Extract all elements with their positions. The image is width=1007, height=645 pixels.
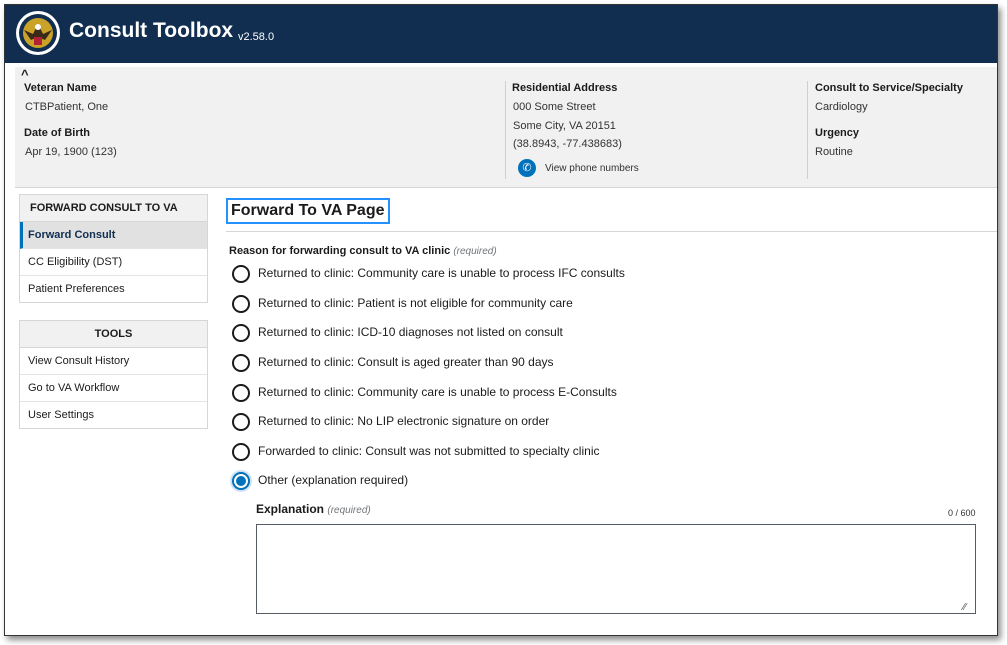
reason-option-label[interactable]: Returned to clinic: Community care is un…	[258, 385, 617, 399]
radio-button-selected[interactable]	[232, 472, 250, 490]
address-line2: Some City, VA 20151	[513, 120, 616, 132]
sidebar-item-user-settings[interactable]: User Settings	[20, 402, 207, 428]
reason-legend-text: Reason for forwarding consult to VA clin…	[229, 245, 451, 257]
radio-button[interactable]	[232, 265, 250, 283]
reason-option-label[interactable]: Other (explanation required)	[258, 473, 408, 487]
reason-option-label[interactable]: Returned to clinic: ICD-10 diagnoses not…	[258, 325, 563, 339]
radio-button[interactable]	[232, 295, 250, 313]
va-seal-icon	[16, 11, 60, 55]
reason-option-label[interactable]: Returned to clinic: Patient is not eligi…	[258, 296, 573, 310]
forward-consult-nav: FORWARD CONSULT TO VA Forward Consult CC…	[19, 194, 208, 303]
reason-option-label[interactable]: Forwarded to clinic: Consult was not sub…	[258, 444, 599, 458]
urgency-value: Routine	[815, 146, 853, 158]
radio-button[interactable]	[232, 384, 250, 402]
radio-button[interactable]	[232, 354, 250, 372]
service-value: Cardiology	[815, 101, 868, 113]
address-label: Residential Address	[512, 82, 618, 94]
radio-button[interactable]	[232, 413, 250, 431]
reason-option-label[interactable]: Returned to clinic: Community care is un…	[258, 266, 625, 280]
explanation-label-text: Explanation	[256, 502, 325, 516]
view-phone-numbers-link[interactable]: View phone numbers	[545, 163, 639, 174]
app-version: v2.58.0	[238, 31, 275, 43]
address-line1: 000 Some Street	[513, 101, 596, 113]
explanation-label: Explanation (required)	[256, 502, 371, 516]
tools-nav-heading: TOOLS	[20, 321, 207, 348]
required-hint: (required)	[453, 246, 497, 257]
sidebar-item-forward-consult[interactable]: Forward Consult	[20, 222, 207, 249]
service-label: Consult to Service/Specialty	[815, 82, 963, 94]
dob-value: Apr 19, 1900 (123)	[25, 146, 117, 158]
page-title: Forward To VA Page	[226, 198, 390, 224]
resize-handle-icon[interactable]: ∕∕	[963, 602, 966, 613]
chevron-up-icon[interactable]: ^	[21, 67, 29, 82]
tools-nav: TOOLS View Consult History Go to VA Work…	[19, 320, 208, 429]
urgency-label: Urgency	[815, 127, 860, 139]
veteran-name: CTBPatient, One	[25, 101, 109, 113]
veteran-name-label: Veteran Name	[24, 82, 97, 94]
app-header: Consult Toolbox v2.58.0	[5, 5, 997, 63]
radio-button[interactable]	[232, 324, 250, 342]
reason-option-label[interactable]: Returned to clinic: No LIP electronic si…	[258, 414, 549, 428]
banner-divider	[505, 81, 506, 179]
explanation-textarea[interactable]	[256, 524, 976, 614]
sidebar-item-patient-preferences[interactable]: Patient Preferences	[20, 276, 207, 302]
sidebar-item-view-consult-history[interactable]: View Consult History	[20, 348, 207, 375]
app-window: Consult Toolbox v2.58.0 ^ Veteran Name C…	[4, 4, 998, 636]
sidebar-item-go-to-va-workflow[interactable]: Go to VA Workflow	[20, 375, 207, 402]
app-title: Consult Toolbox	[69, 19, 234, 42]
reason-option-label[interactable]: Returned to clinic: Consult is aged grea…	[258, 355, 554, 369]
dob-label: Date of Birth	[24, 127, 90, 139]
forward-consult-nav-heading: FORWARD CONSULT TO VA	[20, 195, 207, 222]
radio-button[interactable]	[232, 443, 250, 461]
sidebar-item-cc-eligibility[interactable]: CC Eligibility (DST)	[20, 249, 207, 276]
address-coords: (38.8943, -77.438683)	[513, 138, 622, 150]
banner-divider	[807, 81, 808, 179]
reason-legend: Reason for forwarding consult to VA clin…	[229, 245, 497, 257]
phone-icon[interactable]: ✆	[518, 159, 536, 177]
patient-banner: ^ Veteran Name CTBPatient, One Date of B…	[15, 67, 997, 188]
char-count: 0 / 600	[948, 508, 976, 518]
title-divider	[226, 231, 997, 232]
required-hint: (required)	[327, 505, 371, 516]
